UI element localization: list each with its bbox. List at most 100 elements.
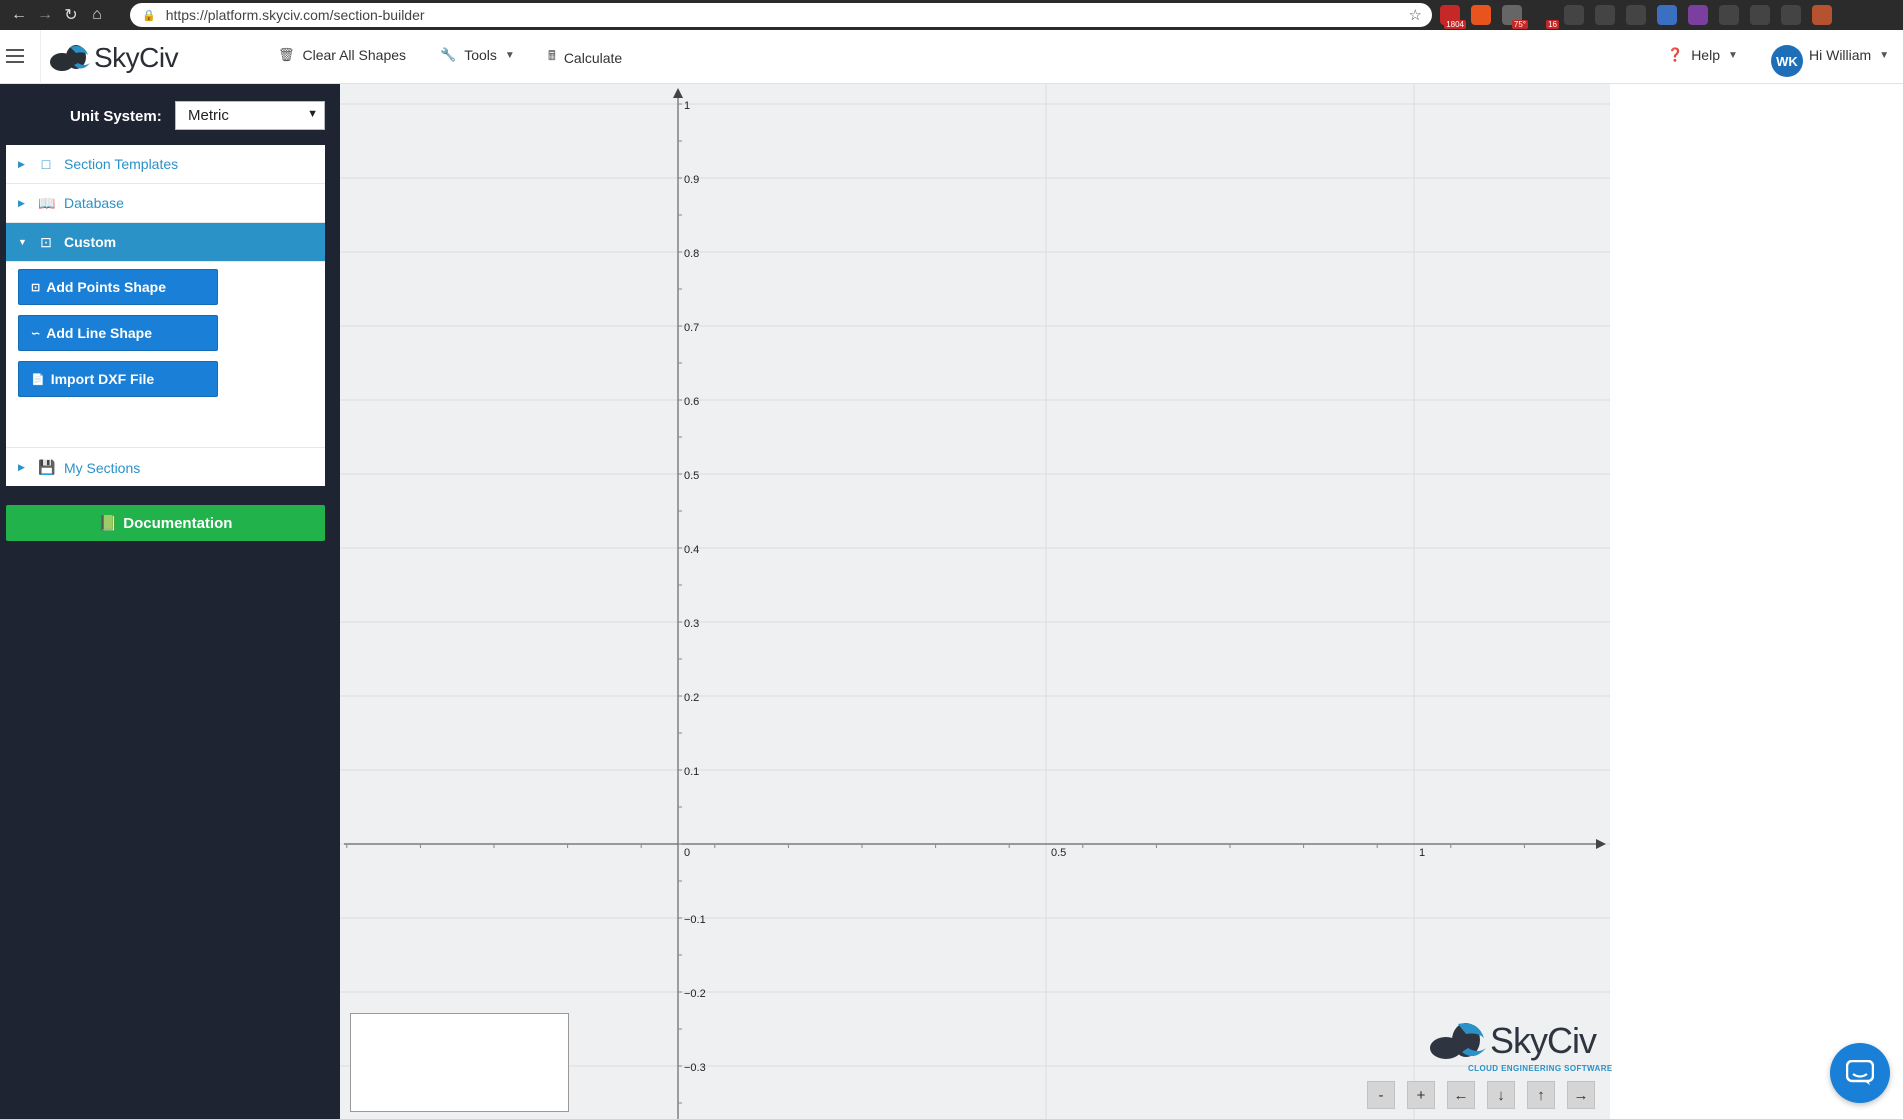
pan-down-button[interactable]: ↓	[1487, 1081, 1515, 1109]
y-axis-label: −0.2	[684, 988, 706, 1000]
caret-right-icon: ▶	[18, 197, 25, 208]
extension-badge: 75°	[1511, 20, 1528, 29]
caret-down-icon: ▼	[18, 237, 27, 247]
y-axis-label: 0.6	[684, 396, 699, 408]
chevron-down-icon: ▼	[1879, 49, 1890, 61]
zoom-out-button[interactable]: -	[1367, 1081, 1395, 1109]
y-axis-label: 0.1	[684, 766, 699, 778]
forward-icon[interactable]: →	[32, 2, 58, 28]
chat-support-button[interactable]	[1830, 1043, 1890, 1103]
unit-system-label: Unit System:	[70, 108, 162, 125]
import-dxf-button[interactable]: 📄 Import DXF File	[18, 361, 218, 397]
back-icon[interactable]: ←	[6, 2, 32, 28]
documentation-label: Documentation	[123, 514, 233, 532]
y-axis-label: 0.2	[684, 692, 699, 704]
brand-logo[interactable]: SkyCiv	[48, 42, 179, 74]
accordion-my-sections[interactable]: ▶ 💾 My Sections	[6, 448, 325, 487]
bookmark-star-icon[interactable]: ☆	[1409, 6, 1422, 24]
skyciv-cloud-icon	[1430, 1023, 1486, 1059]
documentation-button[interactable]: 📗 Documentation	[6, 505, 325, 541]
watermark-subtitle: CLOUD ENGINEERING SOFTWARE	[1468, 1064, 1613, 1073]
chevron-down-icon: ▼	[504, 49, 515, 61]
hamburger-menu-icon[interactable]	[6, 49, 24, 63]
extension-icons: 1804 75° 16	[1440, 5, 1832, 29]
calculate-button[interactable]: 🖩 Calculate	[548, 47, 622, 69]
block-ext-icon[interactable]	[1626, 5, 1646, 25]
tools-label: Tools	[464, 47, 497, 63]
calculate-label: Calculate	[563, 50, 623, 66]
chevron-down-icon: ▼	[1727, 49, 1738, 61]
points-icon: ⊡	[31, 281, 41, 294]
react-ext-icon[interactable]	[1719, 5, 1739, 25]
y-axis-label: 0	[684, 847, 690, 859]
calculator-icon: 🖩	[548, 48, 556, 63]
clear-all-shapes-button[interactable]: 🗑 Clear All Shapes	[278, 47, 406, 63]
address-bar[interactable]: 🔒 https://platform.skyciv.com/section-bu…	[130, 3, 1432, 27]
add-line-shape-button[interactable]: ∽ Add Line Shape	[18, 315, 218, 351]
shape-nodes-icon: ⊡	[40, 233, 52, 250]
y-axis-label: −0.1	[684, 914, 706, 926]
lock-icon: 🔒	[142, 9, 156, 22]
help-label: Help	[1691, 47, 1720, 63]
grid-plot[interactable]: 1 0.9 0.8 0.7 0.6 0.5 0.4 0.3 0.2 0.1 0 −0.1 −0.2 −0.…	[340, 84, 1903, 1119]
target-ext-icon[interactable]	[1750, 5, 1770, 25]
file-icon: 📄	[31, 373, 45, 386]
unit-system-value: Metric	[188, 107, 229, 124]
book-icon: 📖	[38, 194, 56, 211]
clear-all-label: Clear All Shapes	[302, 47, 407, 63]
accordion-custom[interactable]: ▼ ⊡ Custom	[6, 223, 325, 262]
profile-ext-icon[interactable]	[1812, 5, 1832, 25]
unit-system-select[interactable]: Metric ▼	[175, 101, 325, 130]
save-icon: 💾	[38, 459, 56, 475]
help-menu[interactable]: ❓ Help ▼	[1667, 47, 1738, 63]
book-icon: 📗	[98, 515, 118, 532]
bookmark-ext-icon[interactable]	[1657, 5, 1677, 25]
pan-left-button[interactable]: ←	[1447, 1081, 1475, 1109]
y-axis-label: 1	[684, 100, 690, 112]
onenote-ext-icon[interactable]	[1688, 5, 1708, 25]
button-label: Add Line Shape	[46, 325, 153, 341]
y-axis-label: 0.9	[684, 174, 699, 186]
add-points-shape-button[interactable]: ⊡ Add Points Shape	[18, 269, 218, 305]
tools-menu[interactable]: 🔧 Tools ▼	[440, 47, 515, 63]
x-axis-label: 0.5	[1051, 847, 1066, 859]
section-canvas[interactable]: 1 0.9 0.8 0.7 0.6 0.5 0.4 0.3 0.2 0.1 0 −0.1 −0.2 −0.…	[340, 84, 1903, 1119]
caret-right-icon: ▶	[18, 462, 25, 472]
y-axis-label: 0.3	[684, 618, 699, 630]
y-axis-label: 0.8	[684, 248, 699, 260]
line-icon: ∽	[31, 327, 41, 340]
pan-up-button[interactable]: ↑	[1527, 1081, 1555, 1109]
extension-badge: 16	[1546, 20, 1559, 29]
wrench-icon: 🔧	[440, 47, 457, 62]
accordion-label: Custom	[64, 234, 117, 250]
plot-background	[340, 84, 1610, 1119]
y-axis-label: 0.7	[684, 322, 699, 334]
view-controls: - + ← ↓ ↑ →	[1367, 1081, 1595, 1109]
user-greeting: Hi William	[1809, 47, 1872, 63]
reload-icon[interactable]: ↻	[58, 2, 84, 28]
shield-ext-icon[interactable]	[1471, 5, 1491, 25]
extension-badge: 1804	[1444, 20, 1466, 29]
avatar[interactable]: WK	[1771, 45, 1803, 77]
accordion-database[interactable]: ▶ 📖 Database	[6, 184, 325, 223]
accordion-section-templates[interactable]: ▶ □ Section Templates	[6, 145, 325, 184]
weather-ext-icon[interactable]: 75°	[1502, 5, 1528, 29]
section-panel: ▶ □ Section Templates ▶ 📖 Database ▼ ⊡ C…	[6, 145, 325, 486]
user-menu[interactable]: Hi William ▼	[1809, 47, 1889, 63]
pan-right-button[interactable]: →	[1567, 1081, 1595, 1109]
x-axis-label: 1	[1419, 847, 1425, 859]
watermark-text: SkyCiv	[1490, 1020, 1597, 1061]
arrow-ext-icon[interactable]	[1781, 5, 1801, 25]
button-label: Import DXF File	[50, 371, 155, 387]
home-icon[interactable]: ⌂	[84, 2, 110, 28]
question-circle-icon: ❓	[1667, 47, 1684, 62]
sidebar: Unit System: Metric ▼ ▶ □ Section Templa…	[0, 84, 340, 1119]
accordion-label: Database	[64, 195, 124, 211]
gmail-ext-icon[interactable]: 1804	[1440, 5, 1466, 29]
c-ext-icon[interactable]	[1564, 5, 1584, 25]
cloud-ext-icon[interactable]: 16	[1533, 5, 1559, 29]
skyciv-watermark: SkyCiv CLOUD ENGINEERING SOFTWARE	[1428, 1020, 1612, 1080]
circle-ext-icon[interactable]	[1595, 5, 1615, 25]
zoom-in-button[interactable]: +	[1407, 1081, 1435, 1109]
accordion-label: My Sections	[64, 459, 141, 476]
